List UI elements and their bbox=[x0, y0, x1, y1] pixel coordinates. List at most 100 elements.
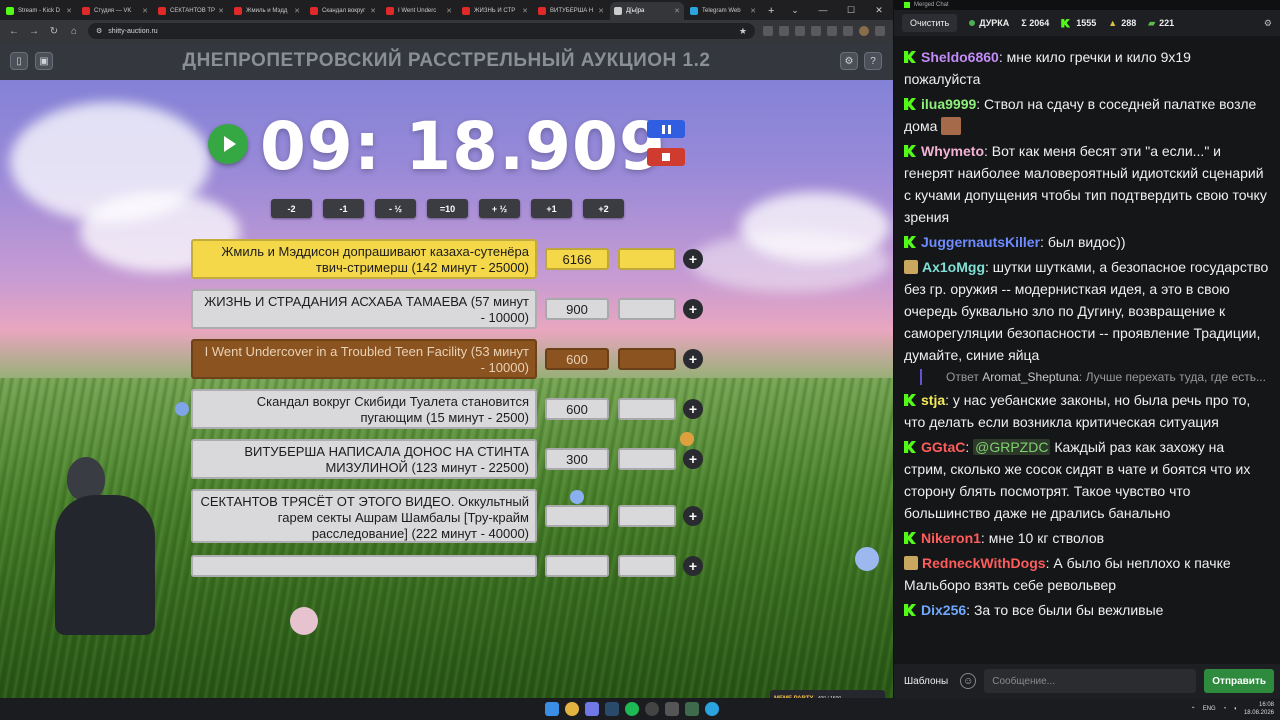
lot-add-button[interactable]: + bbox=[683, 349, 703, 369]
step-button-minus-2[interactable]: -2 bbox=[271, 199, 312, 218]
lot-add-button[interactable]: + bbox=[683, 449, 703, 469]
discord-icon[interactable] bbox=[585, 702, 599, 716]
volume-icon[interactable]: ◖ bbox=[1233, 706, 1237, 712]
chrome-icon[interactable] bbox=[565, 702, 579, 716]
browser-tab[interactable]: ВИТУБЕРША Н ✕ bbox=[534, 2, 608, 20]
browser-tab[interactable]: ЖИЗНЬ И СТР ✕ bbox=[458, 2, 532, 20]
lot-amount[interactable]: 300 bbox=[545, 448, 609, 470]
tab-close-icon[interactable]: ✕ bbox=[671, 7, 680, 15]
forward-icon[interactable]: → bbox=[28, 26, 40, 37]
tab-close-icon[interactable]: ✕ bbox=[595, 7, 604, 15]
windows-start-icon[interactable] bbox=[545, 702, 559, 716]
minimize-icon[interactable]: — bbox=[809, 5, 837, 15]
download-icon[interactable] bbox=[843, 26, 853, 36]
tab-close-icon[interactable]: ✕ bbox=[139, 7, 148, 15]
tab-close-icon[interactable]: ✕ bbox=[747, 7, 756, 15]
chat-reply-preview[interactable]: Ответ Aromat_Sheptuna: Лучше перехать ту… bbox=[920, 369, 1270, 385]
site-info-icon[interactable]: ⚙ bbox=[96, 27, 102, 35]
lot-amount[interactable]: 600 bbox=[545, 398, 609, 420]
send-button[interactable]: Отправить bbox=[1204, 669, 1274, 693]
browser-tab[interactable]: Stream - Kick D ✕ bbox=[2, 2, 76, 20]
tab-close-icon[interactable]: ✕ bbox=[63, 7, 72, 15]
browser-tab[interactable]: I Went Underc ✕ bbox=[382, 2, 456, 20]
close-window-icon[interactable]: ✕ bbox=[865, 5, 893, 16]
message-input[interactable] bbox=[984, 669, 1197, 693]
obs-icon[interactable] bbox=[645, 702, 659, 716]
chat-username[interactable]: stja bbox=[921, 392, 945, 408]
profile-avatar[interactable] bbox=[859, 26, 869, 36]
lot-add-button[interactable]: + bbox=[683, 556, 703, 576]
steam-icon[interactable] bbox=[605, 702, 619, 716]
lot-title[interactable]: Скандал вокруг Скибиди Туалета становитс… bbox=[191, 389, 537, 429]
step-button-minus-1[interactable]: -1 bbox=[323, 199, 364, 218]
step-button-plus-1[interactable]: +1 bbox=[531, 199, 572, 218]
chat-username[interactable]: Dix256 bbox=[921, 602, 966, 618]
chat-username[interactable]: JuggernautsKiller bbox=[921, 234, 1040, 250]
language-indicator[interactable]: ENG bbox=[1203, 706, 1216, 712]
chat-username[interactable]: Whymeto bbox=[921, 143, 984, 159]
chat-settings-gear-icon[interactable]: ⚙ bbox=[1264, 18, 1272, 29]
lot-add-button[interactable]: + bbox=[683, 399, 703, 419]
chat-mention[interactable]: @GRPZDC bbox=[973, 439, 1051, 455]
extension-icon[interactable] bbox=[811, 26, 821, 36]
lot-add-button[interactable]: + bbox=[683, 299, 703, 319]
menu-icon[interactable] bbox=[875, 26, 885, 36]
bookmark-star-icon[interactable]: ★ bbox=[739, 26, 747, 37]
step-button-set-10[interactable]: =10 bbox=[427, 199, 468, 218]
stop-button[interactable] bbox=[647, 148, 685, 166]
lot-add-amount-input[interactable] bbox=[618, 505, 676, 527]
extension-icon[interactable] bbox=[827, 26, 837, 36]
lot-add-amount-input[interactable] bbox=[618, 555, 676, 577]
telegram-icon[interactable] bbox=[705, 702, 719, 716]
lot-amount[interactable] bbox=[545, 505, 609, 527]
step-button-plus-half[interactable]: + ½ bbox=[479, 199, 520, 218]
lot-add-amount-input[interactable] bbox=[618, 298, 676, 320]
lot-title[interactable] bbox=[191, 555, 537, 577]
extension-icon[interactable] bbox=[795, 26, 805, 36]
app-icon[interactable] bbox=[665, 702, 679, 716]
reload-icon[interactable]: ↻ bbox=[48, 26, 60, 37]
clock[interactable]: 16:08 18.08.2026 bbox=[1244, 701, 1274, 717]
lot-amount[interactable]: 6166 bbox=[545, 248, 609, 270]
browser-tab[interactable]: Telegram Web ✕ bbox=[686, 2, 760, 20]
emoji-icon[interactable]: ☺ bbox=[960, 673, 977, 689]
templates-button[interactable]: Шаблоны bbox=[900, 676, 952, 687]
step-button-plus-2[interactable]: +2 bbox=[583, 199, 624, 218]
lot-add-button[interactable]: + bbox=[683, 249, 703, 269]
app-icon[interactable] bbox=[685, 702, 699, 716]
lot-amount[interactable] bbox=[545, 555, 609, 577]
new-tab-button[interactable]: + bbox=[762, 5, 780, 20]
browser-tab[interactable]: Студия — VK ✕ bbox=[78, 2, 152, 20]
lot-amount[interactable]: 900 bbox=[545, 298, 609, 320]
lot-add-amount-input[interactable] bbox=[618, 248, 676, 270]
browser-tab[interactable]: СЕКТАНТОВ ТР ✕ bbox=[154, 2, 228, 20]
lot-amount[interactable]: 600 bbox=[545, 348, 609, 370]
lot-title[interactable]: СЕКТАНТОВ ТРЯСЁТ ОТ ЭТОГО ВИДЕО. Оккульт… bbox=[191, 489, 537, 543]
clear-chat-button[interactable]: Очистить bbox=[902, 14, 958, 32]
browser-tab[interactable]: Жмиль и Мэдд ✕ bbox=[230, 2, 304, 20]
tab-close-icon[interactable]: ✕ bbox=[291, 7, 300, 15]
lot-title[interactable]: I Went Undercover in a Troubled Teen Fac… bbox=[191, 339, 537, 379]
tab-close-icon[interactable]: ✕ bbox=[519, 7, 528, 15]
play-button[interactable] bbox=[208, 124, 248, 164]
chat-username[interactable]: RedneckWithDogs bbox=[922, 555, 1046, 571]
address-bar[interactable]: ⚙ shitty-auction.ru ★ bbox=[88, 23, 755, 39]
home-icon[interactable]: ⌂ bbox=[68, 26, 80, 37]
lot-title[interactable]: Жмиль и Мэддисон допрашивают казаха-суте… bbox=[191, 239, 537, 279]
lot-title[interactable]: ВИТУБЕРША НАПИСАЛА ДОНОС НА СТИНТА МИЗУЛ… bbox=[191, 439, 537, 479]
tab-close-icon[interactable]: ✕ bbox=[215, 7, 224, 15]
lot-add-button[interactable]: + bbox=[683, 506, 703, 526]
tab-close-icon[interactable]: ✕ bbox=[367, 7, 376, 15]
chat-username[interactable]: Ax1oMgg bbox=[922, 259, 985, 275]
browser-tab[interactable]: Скандал вокруг ✕ bbox=[306, 2, 380, 20]
help-icon[interactable]: ? bbox=[864, 52, 882, 70]
lot-title[interactable]: ЖИЗНЬ И СТРАДАНИЯ АСХАБА ТАМАЕВА (57 мин… bbox=[191, 289, 537, 329]
chat-username[interactable]: ilua9999 bbox=[921, 96, 976, 112]
spotify-icon[interactable] bbox=[625, 702, 639, 716]
extension-icon[interactable] bbox=[763, 26, 773, 36]
back-icon[interactable]: ← bbox=[8, 26, 20, 37]
tray-chevron-icon[interactable]: ⌃ bbox=[1191, 706, 1196, 713]
pause-button[interactable] bbox=[647, 120, 685, 138]
chat-username[interactable]: Sheldo6860 bbox=[921, 49, 999, 65]
step-button-minus-half[interactable]: - ½ bbox=[375, 199, 416, 218]
